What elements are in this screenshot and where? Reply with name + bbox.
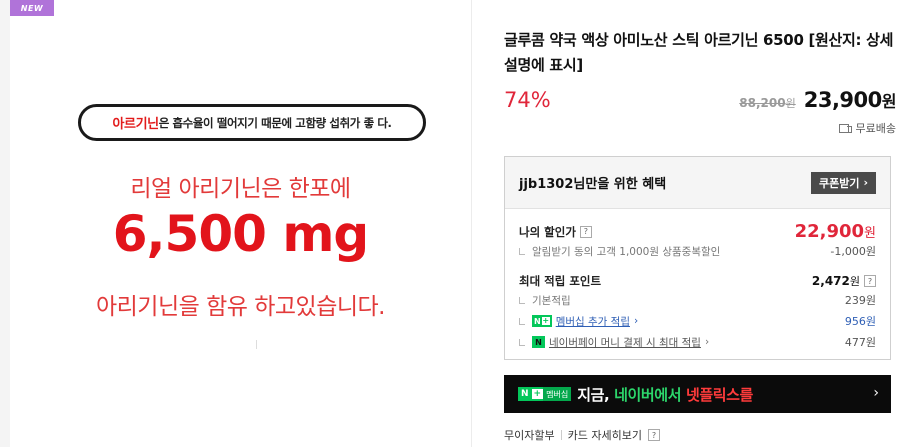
chevron-right-icon: ›: [704, 336, 710, 348]
divider: [560, 430, 562, 440]
left-gutter: [0, 0, 10, 447]
chevron-right-icon: ›: [863, 176, 868, 189]
product-image[interactable]: NEW 아르기닌 은 흡수율이 떨어지기 때문에 고함량 섭취가 좋 다. 리얼 …: [10, 0, 472, 447]
membership-points-link[interactable]: 멤버십 추가 적립: [556, 314, 630, 329]
npay-points-row: N 네이버페이 머니 결제 시 최대 적립 › 477원: [519, 334, 876, 350]
membership-points-value: 956원: [844, 315, 876, 328]
truck-icon: [838, 123, 852, 133]
membership-points-row: N + 멤버십 추가 적립 › 956원: [519, 313, 876, 329]
image-dosage: 6,500 mg: [112, 205, 369, 263]
naver-plus-icon: N +: [532, 315, 552, 327]
my-discount-price: 22,900원: [794, 221, 876, 242]
help-icon[interactable]: ?: [579, 225, 592, 238]
chevron-right-icon: ›: [634, 315, 639, 327]
my-discount-row: 나의 할인가 ? 22,900원: [519, 221, 876, 242]
my-discount-label: 나의 할인가 ?: [519, 224, 592, 240]
help-icon[interactable]: ?: [864, 275, 876, 287]
new-badge: NEW: [10, 0, 54, 16]
npay-points-value: 477원: [844, 336, 876, 349]
benefit-header: jjb1302님만을 위한 혜택 쿠폰받기 ›: [505, 157, 890, 209]
sale-price: 23,900원: [803, 88, 897, 112]
product-title: 글루콤 약국 액상 아미노산 스틱 아르기닌 6500 [원산지: 상세설명에 …: [504, 31, 894, 74]
payment-links: 무이자할부 카드 자세히보기 ?: [504, 427, 660, 443]
alert-discount-row: 알림받기 동의 고객 1,000원 상품중복할인 -1,000원: [519, 243, 876, 259]
image-pill-caption: 아르기닌 은 흡수율이 떨어지기 때문에 고함량 섭취가 좋 다.: [78, 104, 426, 141]
shipping-info: 무료배송: [838, 120, 896, 136]
coupon-button[interactable]: 쿠폰받기 ›: [810, 171, 876, 194]
max-points-value: 2,472원 ?: [812, 273, 876, 289]
naver-pay-icon: N: [532, 336, 545, 348]
benefit-box: jjb1302님만을 위한 혜택 쿠폰받기 › 나의 할인가 ? 22,900원…: [504, 156, 891, 360]
netflix-membership-banner[interactable]: N + 멤버십 지금, 네이버에서 넷플릭스를 ›: [504, 375, 891, 413]
help-icon[interactable]: ?: [647, 429, 660, 441]
original-price: 88,200원: [739, 96, 796, 110]
basic-points-label: 기본적립: [519, 293, 571, 308]
benefit-title: jjb1302님만을 위한 혜택: [519, 177, 667, 192]
npay-points-label: N 네이버페이 머니 결제 시 최대 적립 ›: [519, 335, 709, 350]
price-box: 88,200원 23,900원: [739, 88, 896, 112]
pill-text: 은 흡수율이 떨어지기 때문에 고함량 섭취가 좋 다.: [158, 115, 392, 130]
naver-membership-badge: N + 멤버십: [518, 387, 572, 401]
card-details-link[interactable]: 카드 자세히보기: [568, 427, 642, 443]
basic-points-value: 239원: [844, 294, 876, 307]
basic-points-row: 기본적립 239원: [519, 292, 876, 308]
alert-discount-value: -1,000원: [830, 245, 876, 258]
shipping-label: 무료배송: [855, 122, 896, 135]
chevron-right-icon: ›: [873, 385, 879, 401]
discount-rate: 74%: [504, 88, 551, 112]
installment-link[interactable]: 무이자할부: [504, 427, 555, 443]
max-points-label: 최대 적립 포인트: [519, 274, 602, 288]
banner-text: 지금, 네이버에서 넷플릭스를: [577, 385, 753, 404]
alert-discount-label: 알림받기 동의 고객 1,000원 상품중복할인: [519, 244, 720, 259]
coupon-button-label: 쿠폰받기: [818, 176, 860, 190]
npay-points-link[interactable]: 네이버페이 머니 결제 시 최대 적립: [549, 335, 701, 350]
max-points-row: 최대 적립 포인트 2,472원 ?: [519, 273, 876, 289]
image-line-2: 아리기닌을 함유 하고있습니다.: [95, 294, 386, 320]
image-line-1: 리얼 아리기닌은 한포에: [130, 176, 351, 202]
image-divider-mark: [256, 340, 257, 349]
pill-highlight: 아르기닌: [112, 117, 159, 132]
membership-points-label: N + 멤버십 추가 적립 ›: [519, 314, 638, 329]
